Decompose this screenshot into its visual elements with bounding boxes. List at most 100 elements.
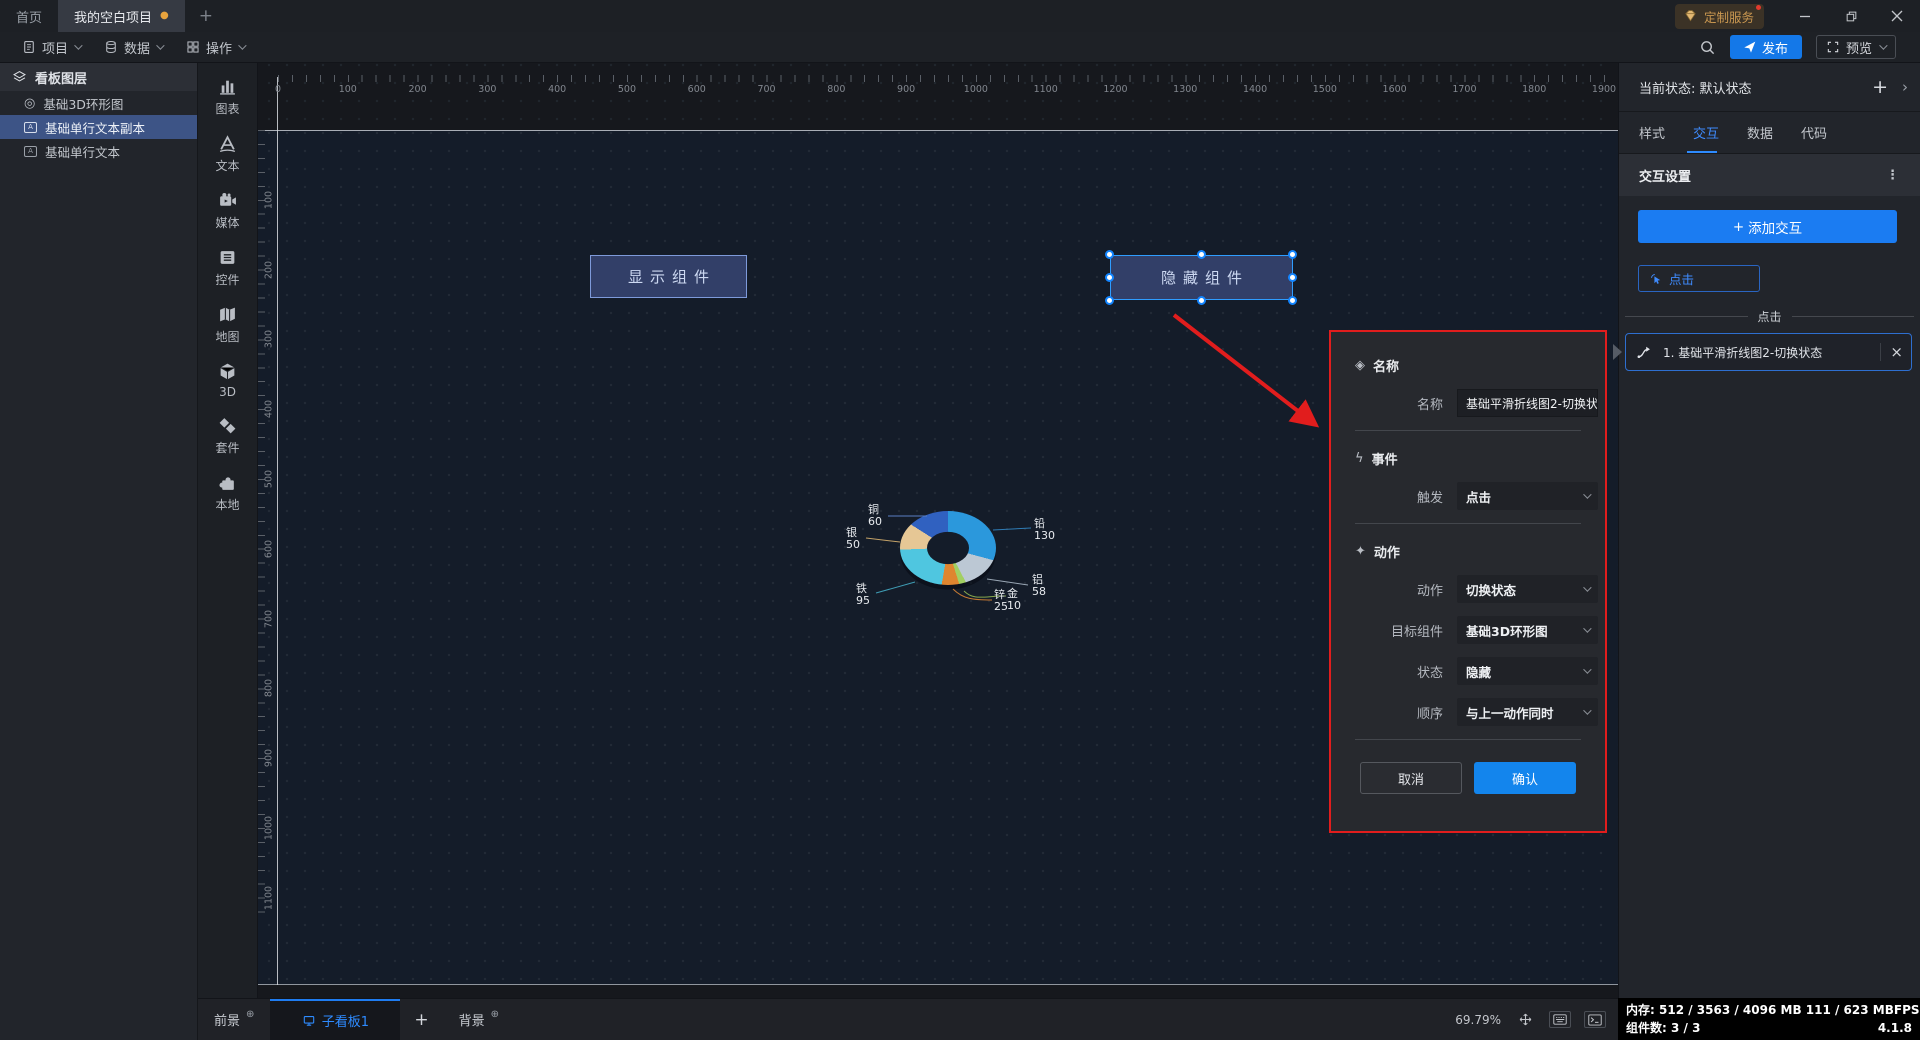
show-component-button[interactable]: 显示组件 <box>590 255 747 298</box>
add-board-button[interactable]: + <box>400 999 442 1040</box>
widget-media[interactable]: 媒体 <box>198 191 257 231</box>
zoom-level[interactable]: 69.79% <box>1455 1013 1501 1027</box>
widget-controls[interactable]: 控件 <box>198 248 257 288</box>
preview-label: 预览 <box>1845 41 1872 57</box>
bottom-bar-right: 69.79% <box>1455 999 1618 1040</box>
tab-code[interactable]: 代码 <box>1801 123 1827 142</box>
widget-local[interactable]: 本地 <box>198 473 257 513</box>
resize-handle-n[interactable] <box>1197 250 1206 259</box>
tab-project[interactable]: 我的空白项目 ● <box>58 0 185 32</box>
close-button[interactable] <box>1874 0 1920 32</box>
maximize-button[interactable] <box>1828 0 1874 32</box>
ruler-label: 1400 <box>1242 84 1268 95</box>
interaction-item[interactable]: 1. 基础平滑折线图2-切换状态 × <box>1613 333 1912 371</box>
target-select-value: 基础3D环形图 <box>1466 623 1548 639</box>
menu-data[interactable]: 数据 <box>92 32 174 62</box>
cancel-button[interactable]: 取消 <box>1360 762 1462 794</box>
shortcut-keys-button[interactable] <box>1549 1011 1571 1028</box>
resize-handle-ne[interactable] <box>1288 250 1297 259</box>
chevron-down-icon <box>1583 665 1592 674</box>
console-button[interactable] <box>1584 1011 1606 1028</box>
add-foreground-icon[interactable]: ⊕ <box>246 1009 254 1020</box>
subboard-tab[interactable]: 子看板1 <box>270 999 401 1040</box>
custom-service-badge[interactable]: 定制服务 <box>1674 3 1764 29</box>
notification-dot <box>1756 4 1761 10</box>
expand-states-button[interactable]: › <box>1902 78 1908 96</box>
resize-handle-e[interactable] <box>1288 273 1297 282</box>
layer-item-text-copy[interactable]: A 基础单行文本副本 <box>0 115 197 139</box>
widget-3d[interactable]: 3D <box>198 362 257 399</box>
donut-chart[interactable]: 铜 60 银 50 铁 95 铅 130 铝 58 锌 25 金 10 <box>828 478 1078 623</box>
publish-button[interactable]: 发布 <box>1729 35 1802 59</box>
widget-kit[interactable]: 套件 <box>198 416 257 456</box>
memory-row: 内存: 512 / 3563 / 4096 MB 111 / 623 MB FP… <box>1626 1001 1920 1019</box>
layers-panel-header: 看板图层 <box>0 63 197 91</box>
widget-text[interactable]: 文本 <box>198 134 257 174</box>
layers-icon <box>13 70 26 82</box>
layer-label: 基础单行文本 <box>45 144 121 160</box>
action-select[interactable]: 切换状态 <box>1457 575 1598 603</box>
target-select[interactable]: 基础3D环形图 <box>1457 616 1598 644</box>
add-background-icon[interactable]: ⊕ <box>491 1009 499 1020</box>
ruler-horizontal <box>278 75 1614 82</box>
new-tab-button[interactable]: + <box>185 0 227 32</box>
target-field-label: 目标组件 <box>1390 624 1443 640</box>
panel-tabs: 样式 交互 数据 代码 <box>1619 112 1920 154</box>
layer-item-text[interactable]: A 基础单行文本 <box>0 139 197 163</box>
minimize-icon <box>1800 15 1810 18</box>
text-layer-icon: A <box>24 121 37 133</box>
name-input[interactable]: 基础平滑折线图2-切换状 <box>1457 389 1598 417</box>
send-icon <box>1744 41 1756 53</box>
kebab-menu-icon[interactable]: ⋮ <box>1886 168 1900 183</box>
tab-home[interactable]: 首页 <box>0 0 58 32</box>
trigger-select[interactable]: 点击 <box>1457 482 1598 510</box>
state-select[interactable]: 隐藏 <box>1457 657 1598 685</box>
add-interaction-button[interactable]: + 添加交互 <box>1638 210 1897 243</box>
ruler-label: 1100 <box>263 885 275 910</box>
background-tab[interactable]: 背景 ⊕ <box>443 999 515 1040</box>
menu-operate[interactable]: 操作 <box>174 32 256 62</box>
file-icon <box>24 41 34 53</box>
add-state-button[interactable]: + <box>1872 76 1888 98</box>
foreground-tab[interactable]: 前景 ⊕ <box>198 999 270 1040</box>
trigger-click-chip[interactable]: 点击 <box>1638 265 1760 292</box>
hide-component-label: 隐藏组件 <box>1160 269 1249 287</box>
widget-map[interactable]: 地图 <box>198 305 257 345</box>
widget-label: 3D <box>219 385 236 399</box>
order-select[interactable]: 与上一动作同时 <box>1457 698 1598 726</box>
widget-charts[interactable]: 图表 <box>198 77 257 117</box>
resize-handle-nw[interactable] <box>1105 250 1114 259</box>
ruler-label: 300 <box>478 84 497 95</box>
divider <box>1880 343 1882 361</box>
donut-layer-icon: ◎ <box>24 95 36 111</box>
order-field-row: 顺序 与上一动作同时 <box>1355 698 1598 726</box>
hide-component-button[interactable]: 隐藏组件 <box>1110 255 1293 300</box>
preview-button[interactable]: 预览 <box>1815 35 1896 59</box>
fit-view-button[interactable] <box>1514 1011 1536 1028</box>
layer-item-donut[interactable]: ◎ 基础3D环形图 <box>0 91 197 115</box>
action-select-value: 切换状态 <box>1466 582 1517 598</box>
resize-handle-s[interactable] <box>1197 296 1206 305</box>
lightning-icon: ϟ <box>1355 451 1364 466</box>
menu-project[interactable]: 项目 <box>10 32 92 62</box>
board-icon <box>303 1015 315 1026</box>
resize-handle-w[interactable] <box>1105 273 1114 282</box>
bar-chart-icon <box>220 80 235 95</box>
minimize-button[interactable] <box>1782 0 1828 32</box>
remove-interaction-icon[interactable]: × <box>1890 343 1903 361</box>
state-select-value: 隐藏 <box>1466 664 1492 680</box>
text-layer-icon: A <box>24 145 37 157</box>
tab-interaction[interactable]: 交互 <box>1693 123 1719 142</box>
search-icon[interactable] <box>1699 39 1716 56</box>
resize-handle-se[interactable] <box>1288 296 1297 305</box>
confirm-button[interactable]: 确认 <box>1474 762 1576 794</box>
divider <box>1355 430 1581 431</box>
trigger-group-label: 点击 <box>1757 310 1782 324</box>
tab-style[interactable]: 样式 <box>1639 123 1665 142</box>
chart-label: 铜 60 <box>868 503 882 529</box>
state-field-label: 状态 <box>1416 665 1443 681</box>
diamond-icon <box>1685 10 1696 22</box>
flyout-pointer-icon <box>1613 344 1622 360</box>
resize-handle-sw[interactable] <box>1105 296 1114 305</box>
tab-data[interactable]: 数据 <box>1747 123 1773 142</box>
